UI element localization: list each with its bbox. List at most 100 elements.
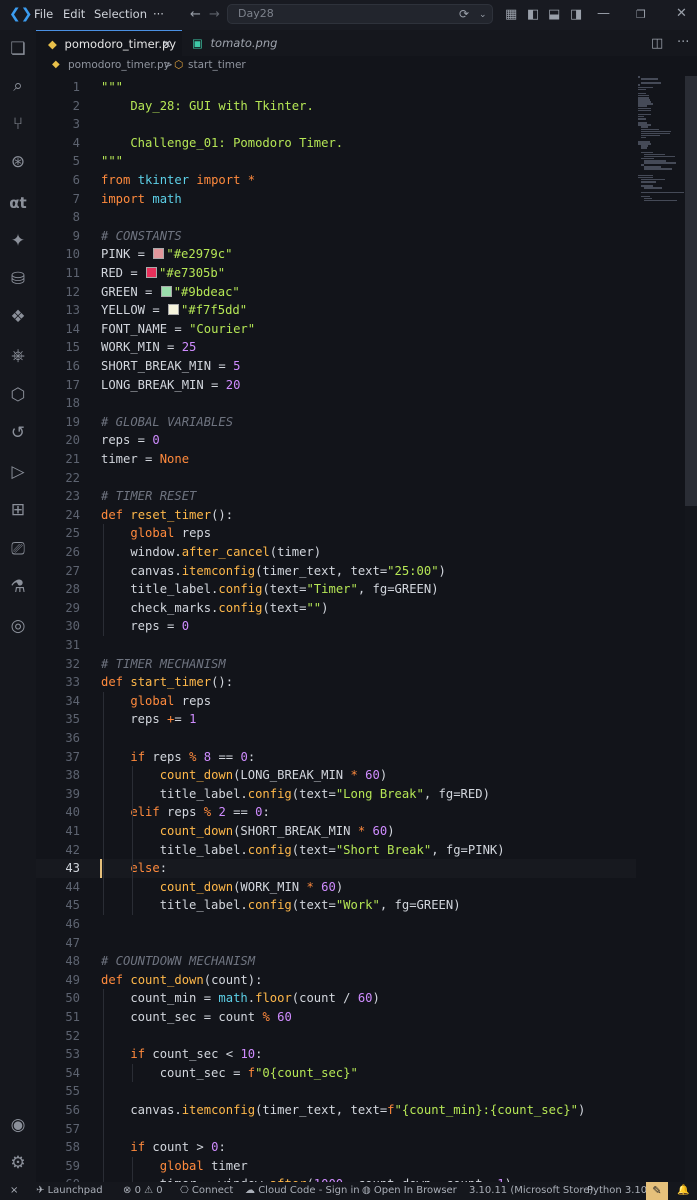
code-editor[interactable]: 1 """ 2 Day_28: GUI with Tkinter. 3 4 Challe… xyxy=(36,76,636,1182)
gemini-icon[interactable]: ✦ xyxy=(7,230,29,252)
problems-item[interactable]: ⊗ 0 ⚠ 0 xyxy=(123,1185,163,1196)
toggle-secondary-sidebar-icon[interactable]: ◨ xyxy=(570,8,582,21)
customize-layout-icon[interactable]: ▦ xyxy=(505,8,517,21)
code-line[interactable]: 55 xyxy=(36,1082,636,1101)
kubernetes-icon[interactable]: ⎈ xyxy=(7,345,29,367)
menu-file[interactable]: File xyxy=(34,7,53,21)
code-line[interactable]: 28 title_label.config(text="Timer", fg=G… xyxy=(36,580,636,599)
code-line[interactable]: 29 check_marks.config(text="") xyxy=(36,599,636,618)
code-line[interactable]: 39 title_label.config(text="Long Break",… xyxy=(36,785,636,804)
code-line[interactable]: 36 xyxy=(36,729,636,748)
code-line[interactable]: 12 GREEN = "#9bdeac" xyxy=(36,283,636,302)
code-line[interactable]: 37 if reps % 8 == 0: xyxy=(36,748,636,767)
code-line[interactable]: 54 count_sec = f"0{count_sec}" xyxy=(36,1064,636,1083)
minimize-icon[interactable]: — xyxy=(597,7,610,20)
scrollbar-thumb[interactable] xyxy=(685,76,697,506)
tab-pomodoro-timer[interactable]: ◆ pomodoro_timer.py ✕ xyxy=(36,30,182,56)
split-editor-icon[interactable]: ◫ xyxy=(651,37,663,50)
breadcrumb-file[interactable]: pomodoro_timer.py xyxy=(68,59,170,71)
code-line[interactable]: 2 Day_28: GUI with Tkinter. xyxy=(36,97,636,116)
code-line[interactable]: 30 reps = 0 xyxy=(36,617,636,636)
run-debug-icon[interactable]: ▷ xyxy=(7,461,29,483)
account-icon[interactable]: ◉ xyxy=(7,1114,29,1136)
database-icon[interactable]: ⛁ xyxy=(7,268,29,290)
code-line[interactable]: 45 title_label.config(text="Work", fg=GR… xyxy=(36,896,636,915)
command-center-search[interactable]: Day28 ⟳ ⌄ xyxy=(227,4,493,24)
code-line[interactable]: 35 reps += 1 xyxy=(36,710,636,729)
extensions-remote-icon[interactable]: ❖ xyxy=(7,306,29,328)
code-line[interactable]: 51 count_sec = count % 60 xyxy=(36,1008,636,1027)
forward-arrow-icon[interactable]: → xyxy=(209,8,220,21)
ai-assistant-icon[interactable]: αt xyxy=(7,192,29,214)
minimap[interactable] xyxy=(636,76,685,206)
color-swatch[interactable] xyxy=(160,285,172,297)
code-line[interactable]: 57 xyxy=(36,1120,636,1139)
code-line[interactable]: 16 SHORT_BREAK_MIN = 5 xyxy=(36,357,636,376)
interpreter-item[interactable]: 3.10.11 (Microsoft Store) xyxy=(469,1185,593,1196)
remote-explorer-icon[interactable]: ⎚ xyxy=(7,538,29,560)
code-line[interactable]: 42 title_label.config(text="Short Break"… xyxy=(36,841,636,860)
code-line[interactable]: 4 Challenge_01: Pomodoro Timer. xyxy=(36,134,636,153)
close-tab-icon[interactable]: ✕ xyxy=(162,31,172,57)
notifications-icon[interactable]: ✎ xyxy=(646,1182,668,1200)
search-icon[interactable]: ⌕ xyxy=(7,75,29,97)
code-line[interactable]: 22 xyxy=(36,469,636,488)
code-line[interactable]: 56 canvas.itemconfig(timer_text, text=f"… xyxy=(36,1101,636,1120)
code-line[interactable]: 48 # COUNTDOWN MECHANISM xyxy=(36,952,636,971)
remote-indicator[interactable]: × xyxy=(10,1185,18,1196)
timeline-icon[interactable]: ↺ xyxy=(7,422,29,444)
toggle-panel-icon[interactable]: ⬓ xyxy=(548,8,560,21)
settings-gear-icon[interactable]: ⚙ xyxy=(7,1152,29,1174)
containers-icon[interactable]: ⬡ xyxy=(7,384,29,406)
testing-icon[interactable]: ⚗ xyxy=(7,576,29,598)
bell-icon[interactable]: 🔔 xyxy=(677,1185,689,1196)
menu-selection[interactable]: Selection xyxy=(94,7,147,21)
code-line[interactable]: 5 """ xyxy=(36,152,636,171)
source-control-icon[interactable]: ⑂ xyxy=(7,113,29,135)
code-line[interactable]: 41 count_down(SHORT_BREAK_MIN * 60) xyxy=(36,822,636,841)
breadcrumb-symbol[interactable]: start_timer xyxy=(188,59,246,71)
code-line[interactable]: 13 YELLOW = "#f7f5dd" xyxy=(36,301,636,320)
launchpad-item[interactable]: ✈ Launchpad xyxy=(36,1185,103,1196)
more-actions-icon[interactable]: ··· xyxy=(677,36,689,49)
code-line[interactable]: 8 xyxy=(36,208,636,227)
code-line[interactable]: 9 # CONSTANTS xyxy=(36,227,636,246)
cloud-code-item[interactable]: ☁ Cloud Code - Sign in xyxy=(245,1185,360,1196)
code-line[interactable]: 53 if count_sec < 10: xyxy=(36,1045,636,1064)
code-line[interactable]: 23 # TIMER RESET xyxy=(36,487,636,506)
code-line[interactable]: 43 else: xyxy=(36,859,636,878)
restore-icon[interactable]: ❐ xyxy=(636,8,646,21)
code-line[interactable]: 15 WORK_MIN = 25 xyxy=(36,338,636,357)
color-swatch[interactable] xyxy=(146,267,158,278)
code-line[interactable]: 32 # TIMER MECHANISM xyxy=(36,655,636,674)
color-swatch[interactable] xyxy=(153,248,165,260)
extensions-icon[interactable]: ⊞ xyxy=(7,499,29,521)
code-line[interactable]: 38 count_down(LONG_BREAK_MIN * 60) xyxy=(36,766,636,785)
code-line[interactable]: 10 PINK = "#e2979c" xyxy=(36,245,636,264)
copilot-icon[interactable]: ⟳ xyxy=(459,8,469,21)
code-line[interactable]: 18 xyxy=(36,394,636,413)
code-line[interactable]: 60 timer = window.after(1000, count_down… xyxy=(36,1175,636,1182)
explorer-icon[interactable]: ❏ xyxy=(7,38,29,60)
code-line[interactable]: 7 import math xyxy=(36,190,636,209)
code-line[interactable]: 27 canvas.itemconfig(timer_text, text="2… xyxy=(36,562,636,581)
code-line[interactable]: 26 window.after_cancel(timer) xyxy=(36,543,636,562)
code-line[interactable]: 40 elif reps % 2 == 0: xyxy=(36,803,636,822)
code-line[interactable]: 31 xyxy=(36,636,636,655)
code-line[interactable]: 11 RED = "#e7305b" xyxy=(36,264,636,283)
code-line[interactable]: 19 # GLOBAL VARIABLES xyxy=(36,413,636,432)
close-icon[interactable]: ✕ xyxy=(676,7,687,20)
chevron-down-icon[interactable]: ⌄ xyxy=(479,9,487,22)
code-line[interactable]: 49 def count_down(count): xyxy=(36,971,636,990)
tab-tomato-png[interactable]: ▣ tomato.png xyxy=(182,30,282,56)
code-line[interactable]: 17 LONG_BREAK_MIN = 20 xyxy=(36,376,636,395)
color-swatch[interactable] xyxy=(168,304,180,316)
code-line[interactable]: 1 """ xyxy=(36,78,636,97)
code-line[interactable]: 14 FONT_NAME = "Courier" xyxy=(36,320,636,339)
code-line[interactable]: 58 if count > 0: xyxy=(36,1138,636,1157)
menu-edit[interactable]: Edit xyxy=(63,7,85,21)
code-line[interactable]: 46 xyxy=(36,915,636,934)
open-browser-item[interactable]: ◍ Open In Browser xyxy=(362,1185,457,1196)
code-line[interactable]: 50 count_min = math.floor(count / 60) xyxy=(36,989,636,1008)
code-line[interactable]: 21 timer = None xyxy=(36,450,636,469)
